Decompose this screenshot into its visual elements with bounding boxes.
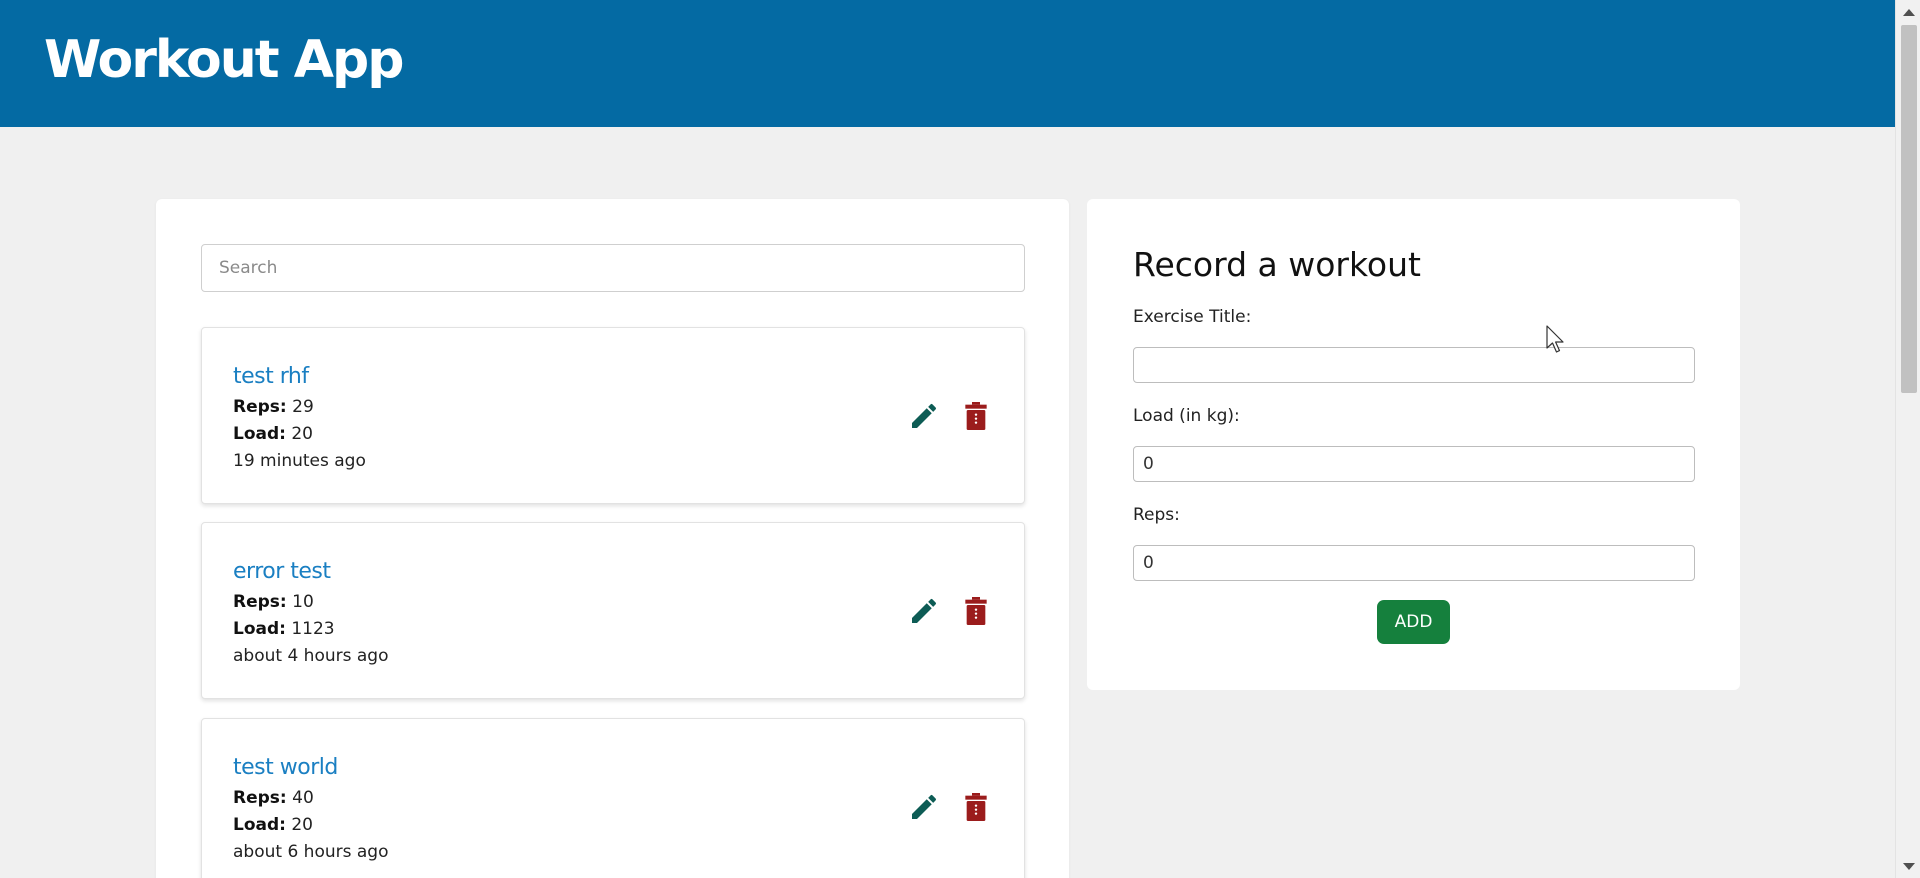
reps-value: 10 (292, 592, 314, 612)
load-label: Load: (233, 424, 286, 444)
reps-label: Reps: (233, 397, 287, 417)
load-input[interactable] (1133, 446, 1695, 482)
form-title: Record a workout (1133, 245, 1421, 284)
workout-load: Load: 1123 (233, 619, 335, 639)
exercise-title-label: Exercise Title: (1133, 307, 1252, 327)
workout-title: error test (233, 559, 331, 584)
page-scrollbar[interactable] (1895, 0, 1920, 878)
load-label: Load: (233, 815, 286, 835)
reps-label: Reps: (233, 788, 287, 808)
add-button[interactable]: ADD (1377, 600, 1450, 644)
pencil-icon[interactable] (908, 791, 940, 823)
scroll-up-arrow[interactable] (1896, 4, 1920, 20)
mouse-cursor-icon (1546, 325, 1568, 355)
search-input[interactable] (201, 244, 1025, 292)
trash-icon[interactable] (960, 400, 992, 432)
workout-reps: Reps: 10 (233, 592, 314, 612)
workout-reps: Reps: 40 (233, 788, 314, 808)
scroll-down-arrow[interactable] (1896, 858, 1920, 874)
workout-timestamp: about 4 hours ago (233, 646, 389, 666)
workout-title: test world (233, 755, 338, 780)
workout-card: test rhf Reps: 29 Load: 20 19 minutes ag… (201, 327, 1025, 504)
scroll-thumb[interactable] (1901, 25, 1917, 393)
workout-card: error test Reps: 10 Load: 1123 about 4 h… (201, 522, 1025, 699)
reps-label: Reps: (233, 592, 287, 612)
app-header: Workout App (0, 0, 1895, 127)
load-value: 20 (291, 815, 313, 835)
workout-card: test world Reps: 40 Load: 20 about 6 hou… (201, 718, 1025, 878)
trash-icon[interactable] (960, 595, 992, 627)
workout-load: Load: 20 (233, 424, 313, 444)
exercise-title-input[interactable] (1133, 347, 1695, 383)
load-label: Load (in kg): (1133, 406, 1240, 426)
reps-input[interactable] (1133, 545, 1695, 581)
workout-title: test rhf (233, 364, 309, 389)
reps-label: Reps: (1133, 505, 1180, 525)
reps-value: 40 (292, 788, 314, 808)
trash-icon[interactable] (960, 791, 992, 823)
load-label: Load: (233, 619, 286, 639)
workout-timestamp: 19 minutes ago (233, 451, 366, 471)
workout-load: Load: 20 (233, 815, 313, 835)
record-workout-form: Record a workout Exercise Title: Load (i… (1087, 199, 1740, 690)
pencil-icon[interactable] (908, 400, 940, 432)
workouts-panel: test rhf Reps: 29 Load: 20 19 minutes ag… (156, 199, 1069, 878)
load-value: 20 (291, 424, 313, 444)
app-title: Workout App (44, 30, 404, 90)
workout-reps: Reps: 29 (233, 397, 314, 417)
load-value: 1123 (291, 619, 335, 639)
reps-value: 29 (292, 397, 314, 417)
workout-timestamp: about 6 hours ago (233, 842, 389, 862)
pencil-icon[interactable] (908, 595, 940, 627)
